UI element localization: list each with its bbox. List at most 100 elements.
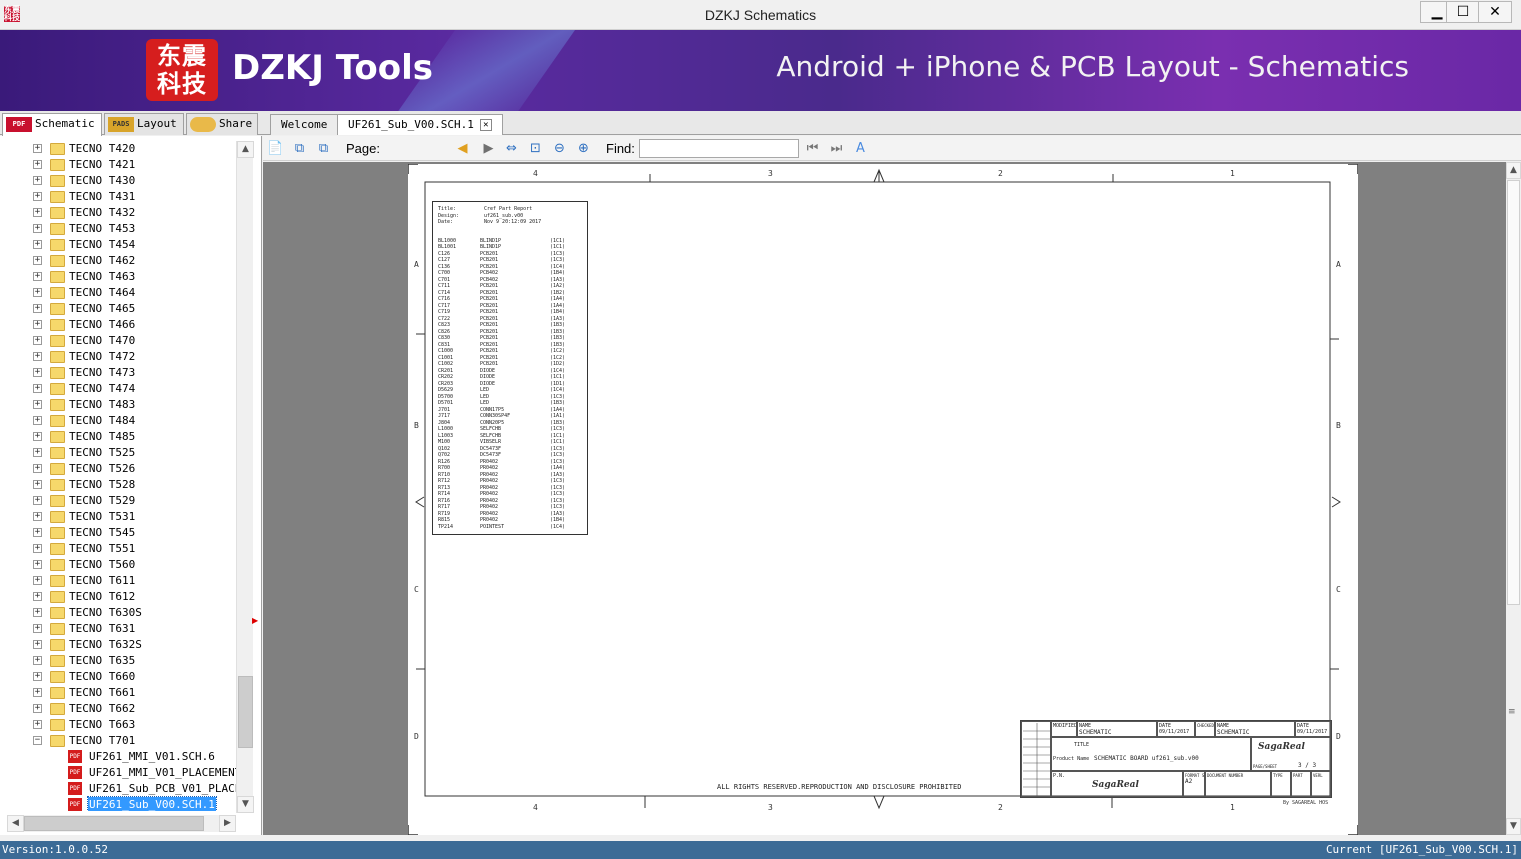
expand-icon[interactable]: + — [33, 368, 42, 377]
tree-folder-item[interactable]: + TECNO T485 — [0, 429, 236, 445]
tree-folder-item[interactable]: + TECNO T531 — [0, 509, 236, 525]
scroll-thumb[interactable] — [238, 676, 253, 748]
paste-page-icon[interactable]: ⧉ — [315, 140, 332, 157]
tree-folder-item[interactable]: + TECNO T432 — [0, 205, 236, 221]
expand-icon[interactable]: + — [33, 432, 42, 441]
tree-folder-item[interactable]: + TECNO T453 — [0, 221, 236, 237]
tree-folder-item[interactable]: + TECNO T551 — [0, 541, 236, 557]
previous-page-icon[interactable]: ◀ — [454, 140, 471, 157]
tree-folder-item[interactable]: + TECNO T560 — [0, 557, 236, 573]
tree-folder-item[interactable]: + TECNO T430 — [0, 173, 236, 189]
expand-icon[interactable]: + — [33, 704, 42, 713]
tree-folder-item[interactable]: − TECNO T701 — [0, 733, 236, 749]
expand-icon[interactable]: + — [33, 608, 42, 617]
expand-icon[interactable]: + — [33, 464, 42, 473]
tree-folder-item[interactable]: + TECNO T466 — [0, 317, 236, 333]
tree-folder-item[interactable]: + TECNO T454 — [0, 237, 236, 253]
expand-icon[interactable]: + — [33, 448, 42, 457]
expand-icon[interactable]: + — [33, 544, 42, 553]
tree-folder-item[interactable]: + TECNO T473 — [0, 365, 236, 381]
expand-icon[interactable]: + — [33, 224, 42, 233]
tree-folder-item[interactable]: + TECNO T611 — [0, 573, 236, 589]
tree-folder-item[interactable]: + TECNO T635 — [0, 653, 236, 669]
tree-folder-item[interactable]: + TECNO T463 — [0, 269, 236, 285]
expand-icon[interactable]: + — [33, 720, 42, 729]
next-page-icon[interactable]: ▶ — [480, 140, 497, 157]
scroll-up-icon[interactable]: ▲ — [237, 141, 254, 158]
tab-layout[interactable]: PADS Layout — [104, 113, 184, 135]
tree-folder-item[interactable]: + TECNO T462 — [0, 253, 236, 269]
expand-icon[interactable]: + — [33, 512, 42, 521]
expand-icon[interactable]: + — [33, 672, 42, 681]
tree-folder-item[interactable]: + TECNO T612 — [0, 589, 236, 605]
scroll-right-icon[interactable]: ▶ — [219, 815, 236, 832]
expand-icon[interactable]: + — [33, 400, 42, 409]
tree-folder-item[interactable]: + TECNO T660 — [0, 669, 236, 685]
expand-icon[interactable]: + — [33, 656, 42, 665]
tree-folder-item[interactable]: + TECNO T631 — [0, 621, 236, 637]
find-input[interactable] — [639, 139, 799, 158]
expand-icon[interactable]: + — [33, 256, 42, 265]
document-view[interactable]: 4 4 3 3 2 2 1 1 A A B B C C D D Title: Cref Part Report D… — [263, 162, 1506, 835]
tree-folder-item[interactable]: + TECNO T431 — [0, 189, 236, 205]
doc-scroll-grip[interactable]: ≡ — [1508, 707, 1516, 717]
document-vertical-scrollbar[interactable]: ▲ ≡ ▼ — [1506, 162, 1521, 835]
expand-icon[interactable]: + — [33, 624, 42, 633]
expand-icon[interactable]: + — [33, 336, 42, 345]
close-button[interactable]: ✕ — [1478, 1, 1512, 23]
expand-icon[interactable]: + — [33, 688, 42, 697]
expand-icon[interactable]: + — [33, 592, 42, 601]
expand-icon[interactable]: + — [33, 144, 42, 153]
tree-file-item[interactable]: PDF UF261_MMI_V01.SCH.6 — [0, 749, 236, 765]
tree-folder-item[interactable]: + TECNO T525 — [0, 445, 236, 461]
tree-file-item[interactable]: PDF UF261_MMI_V01_PLACEMENT — [0, 765, 236, 781]
highlight-text-icon[interactable]: A — [852, 140, 869, 157]
doc-scroll-down-icon[interactable]: ▼ — [1506, 818, 1521, 835]
expand-icon[interactable]: + — [33, 240, 42, 249]
scroll-left-icon[interactable]: ◀ — [7, 815, 24, 832]
collapse-icon[interactable]: − — [33, 736, 42, 745]
fit-width-icon[interactable]: ⇔ — [503, 140, 520, 157]
tree-vertical-scrollbar[interactable]: ▲ ▼ — [236, 141, 254, 813]
tree-folder-item[interactable]: + TECNO T464 — [0, 285, 236, 301]
expand-icon[interactable]: + — [33, 160, 42, 169]
doc-scroll-up-icon[interactable]: ▲ — [1506, 162, 1521, 179]
find-previous-icon[interactable]: ⏮ — [804, 140, 821, 157]
tree-folder-item[interactable]: + TECNO T474 — [0, 381, 236, 397]
expand-icon[interactable]: + — [33, 480, 42, 489]
expand-icon[interactable]: + — [33, 640, 42, 649]
expand-icon[interactable]: + — [33, 560, 42, 569]
tab-schematic[interactable]: PDF Schematic — [2, 113, 102, 136]
zoom-in-icon[interactable]: ⊕ — [575, 140, 592, 157]
tree-folder-item[interactable]: + TECNO T470 — [0, 333, 236, 349]
expand-icon[interactable]: + — [33, 176, 42, 185]
expand-icon[interactable]: + — [33, 352, 42, 361]
fit-page-icon[interactable]: ⊡ — [527, 140, 544, 157]
close-tab-icon[interactable]: ✕ — [479, 119, 492, 131]
tree-folder-item[interactable]: + TECNO T528 — [0, 477, 236, 493]
tree-folder-item[interactable]: + TECNO T465 — [0, 301, 236, 317]
scroll-down-icon[interactable]: ▼ — [237, 796, 254, 813]
tree-folder-item[interactable]: + TECNO T545 — [0, 525, 236, 541]
tab-welcome[interactable]: Welcome — [270, 114, 339, 135]
tree-folder-item[interactable]: + TECNO T661 — [0, 685, 236, 701]
expand-icon[interactable]: + — [33, 208, 42, 217]
zoom-out-icon[interactable]: ⊖ — [551, 140, 568, 157]
maximize-button[interactable]: ☐ — [1446, 1, 1480, 23]
tab-share[interactable]: Share — [186, 113, 258, 135]
scroll-thumb-horizontal[interactable] — [24, 816, 204, 831]
tree-folder-item[interactable]: + TECNO T630S — [0, 605, 236, 621]
tree-file-item[interactable]: PDF UF261_Sub_V00.SCH.1 — [0, 796, 236, 811]
tree-folder-item[interactable]: + TECNO T472 — [0, 349, 236, 365]
doc-scroll-thumb[interactable] — [1507, 180, 1520, 605]
tree-folder-item[interactable]: + TECNO T632S — [0, 637, 236, 653]
tree-folder-item[interactable]: + TECNO T484 — [0, 413, 236, 429]
expand-icon[interactable]: + — [33, 192, 42, 201]
expand-icon[interactable]: + — [33, 384, 42, 393]
expand-icon[interactable]: + — [33, 496, 42, 505]
find-next-icon[interactable]: ⏭ — [828, 140, 845, 157]
tree-folder-item[interactable]: + TECNO T421 — [0, 157, 236, 173]
expand-icon[interactable]: + — [33, 528, 42, 537]
expand-icon[interactable]: + — [33, 288, 42, 297]
expand-icon[interactable]: + — [33, 576, 42, 585]
